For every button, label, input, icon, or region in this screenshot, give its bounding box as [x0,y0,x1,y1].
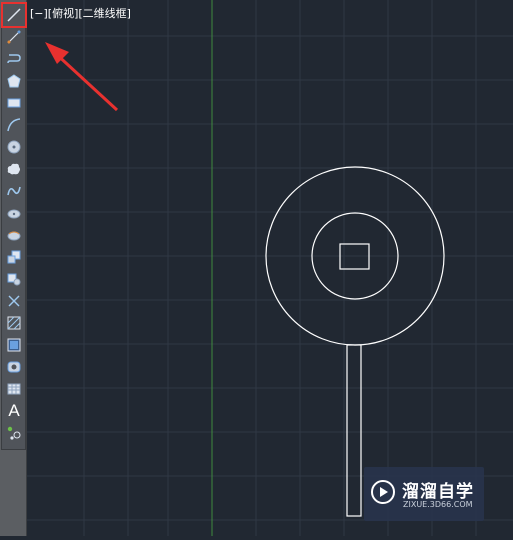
point-icon[interactable] [4,291,24,311]
make-block-icon[interactable] [4,269,24,289]
revision-cloud-icon[interactable] [4,159,24,179]
polygon-icon[interactable] [4,71,24,91]
arc-icon[interactable] [4,115,24,135]
line-icon[interactable] [1,2,27,28]
drawing-geometry [265,166,445,517]
insert-block-icon[interactable] [4,247,24,267]
spline-icon[interactable] [4,181,24,201]
drawing-canvas[interactable] [27,0,513,536]
drawing-canvas-svg [27,0,513,536]
draw-toolbar: A [0,0,27,536]
hatch-icon[interactable] [4,313,24,333]
red-arrow [45,42,119,112]
watermark-url: ZIXUE.3D66.COM [403,500,473,509]
grid [27,0,513,536]
ellipse-icon[interactable] [4,203,24,223]
ellipse-arc-icon[interactable] [4,225,24,245]
watermark-logo-icon [371,480,395,504]
gradient-icon[interactable] [4,335,24,355]
add-selected-icon[interactable] [4,423,24,443]
handle-rectangle[interactable] [346,344,362,517]
multiline-text-icon[interactable]: A [4,401,24,421]
watermark-brand: 溜溜自学 [402,482,474,502]
viewport-controls-label[interactable]: [−][俯视][二维线框] [30,5,131,21]
construction-line-icon[interactable] [4,27,24,47]
text-tool-glyph: A [8,401,20,420]
watermark: 溜溜自学 ZIXUE.3D66.COM [364,467,484,521]
polyline-icon[interactable] [4,49,24,69]
region-icon[interactable] [4,357,24,377]
table-icon[interactable] [4,379,24,399]
circle-icon[interactable] [4,137,24,157]
rectangle-icon[interactable] [4,93,24,113]
draw-toolbar-panel: A [1,2,27,450]
